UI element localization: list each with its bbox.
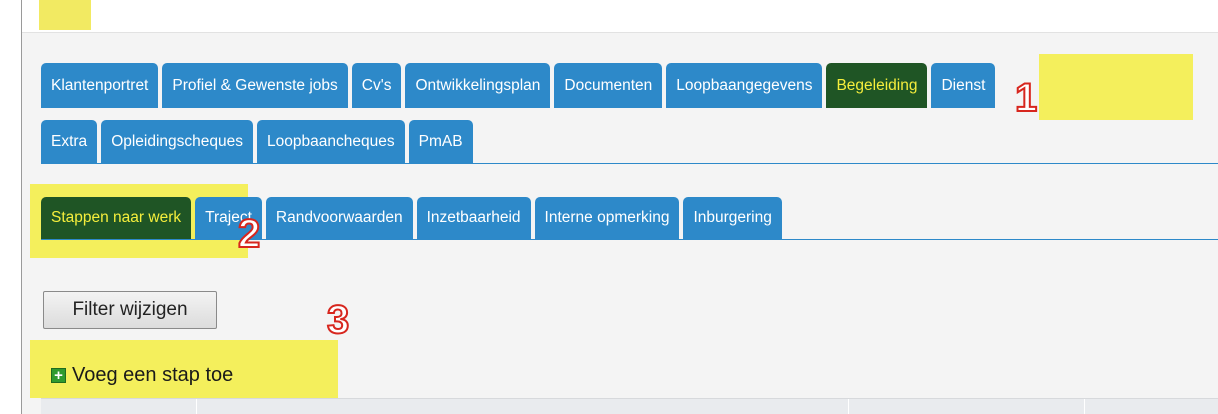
- tab-opleidingscheques[interactable]: Opleidingscheques: [101, 120, 254, 163]
- annotation-1: 1: [1014, 75, 1038, 121]
- application-frame: Klantenportret Profiel & Gewenste jobs C…: [21, 0, 1218, 414]
- tab-row-2-baseline: [41, 163, 1218, 164]
- add-step-label: Voeg een stap toe: [72, 363, 234, 386]
- table-header: [41, 398, 1218, 414]
- tab-klantenportret[interactable]: Klantenportret: [41, 63, 159, 108]
- tab-ontwikkelingsplan[interactable]: Ontwikkelingsplan: [405, 63, 551, 108]
- filter-change-button[interactable]: Filter wijzigen: [43, 291, 217, 329]
- table-header-cell: [1085, 399, 1218, 414]
- annotation-2: 2: [237, 211, 261, 257]
- table-header-cell: [197, 399, 849, 414]
- subtab-stappen-naar-werk[interactable]: Stappen naar werk: [41, 197, 192, 239]
- annotation-3: 3: [326, 297, 350, 343]
- subtab-inzetbaarheid[interactable]: Inzetbaarheid: [416, 197, 531, 239]
- table-header-cell: [849, 399, 1085, 414]
- main-tabs-row-2: Extra Opleidingscheques Loopbaancheques …: [41, 120, 477, 163]
- plus-icon: +: [51, 367, 66, 383]
- highlight-begeleiding: [1039, 54, 1193, 120]
- main-tabs-row-1: Klantenportret Profiel & Gewenste jobs C…: [41, 63, 999, 108]
- table-header-cell: [41, 399, 197, 414]
- subtab-inburgering[interactable]: Inburgering: [683, 197, 782, 239]
- tab-dienst[interactable]: Dienst: [931, 63, 996, 108]
- tab-cvs[interactable]: Cv's: [351, 63, 402, 108]
- tab-begeleiding[interactable]: Begeleiding: [826, 63, 928, 108]
- sub-tabs: Stappen naar werk Traject Randvoorwaarde…: [41, 197, 786, 239]
- logo-block: [39, 0, 91, 30]
- subtab-randvoorwaarden[interactable]: Randvoorwaarden: [265, 197, 413, 239]
- tab-documenten[interactable]: Documenten: [554, 63, 663, 108]
- tab-loopbaangegevens[interactable]: Loopbaangegevens: [666, 63, 823, 108]
- add-step-link[interactable]: + Voeg een stap toe: [51, 362, 233, 388]
- subtab-interne-opmerking[interactable]: Interne opmerking: [534, 197, 680, 239]
- sub-tab-baseline: [41, 239, 1218, 240]
- tab-pmab[interactable]: PmAB: [408, 120, 473, 163]
- tab-profiel-gewenste-jobs[interactable]: Profiel & Gewenste jobs: [162, 63, 348, 108]
- tab-loopbaancheques[interactable]: Loopbaancheques: [257, 120, 405, 163]
- top-bar: [22, 0, 1218, 33]
- tab-extra[interactable]: Extra: [41, 120, 98, 163]
